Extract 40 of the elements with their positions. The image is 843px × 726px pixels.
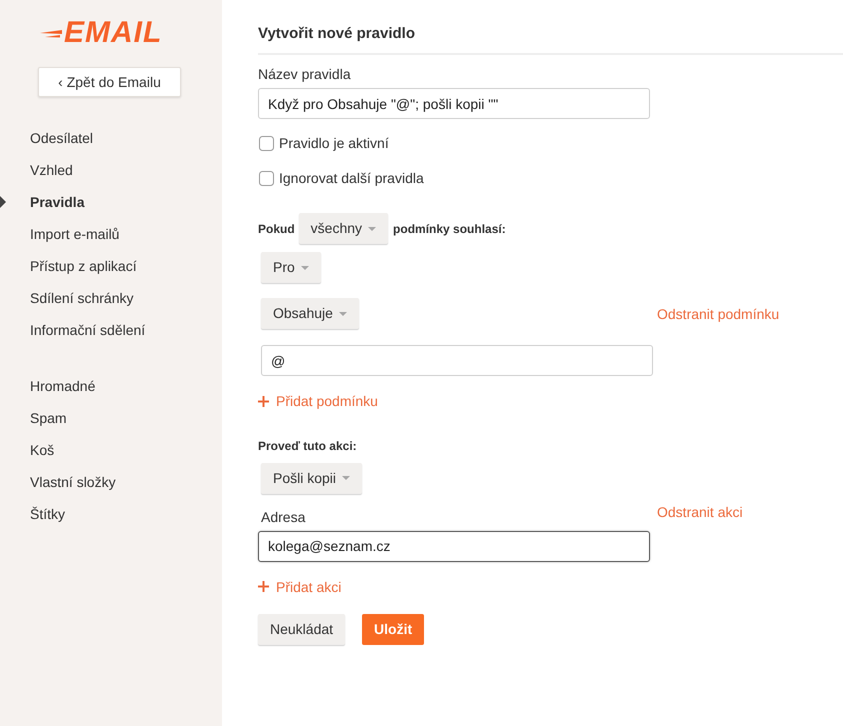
caret-icon: [300, 266, 309, 270]
sidebar-item[interactable]: Import e-mailů: [0, 218, 222, 250]
section-title: Proveď tuto akci:: [258, 438, 358, 454]
checkbox-label: Ignorovat další pravidla: [279, 169, 424, 188]
checkbox[interactable]: [259, 136, 274, 150]
caret-icon: [368, 226, 376, 230]
sidebar-item[interactable]: Koš: [0, 434, 222, 466]
logo-text: EMAIL: [64, 18, 162, 48]
condition-suffix: podmínky souhlasí:: [393, 220, 506, 238]
field-label: Název pravidla: [258, 65, 352, 84]
sidebar-item[interactable]: Štítky: [0, 498, 222, 530]
back-button[interactable]: ‹ Zpět do Emailu: [38, 67, 181, 97]
plus-icon: [258, 396, 269, 406]
form-title: Vytvořit nové pravidlo: [258, 24, 843, 55]
sidebar-item[interactable]: Pravidla: [0, 186, 222, 218]
sidebar-item[interactable]: Odesílatel: [0, 122, 222, 154]
cancel-button[interactable]: Neukládat: [258, 614, 346, 645]
plus-icon: [258, 581, 269, 592]
text-input[interactable]: Když pro Obsahuje "@"; pošli kopii "": [258, 88, 650, 119]
sidebar-item[interactable]: Sdílení schránky: [0, 282, 222, 314]
field-label: Adresa: [261, 508, 306, 526]
sidebar-item[interactable]: Hromadné: [0, 370, 222, 402]
dropdown-button[interactable]: Pošli kopii: [261, 462, 362, 494]
sidebar-item[interactable]: Informační sdělení: [0, 314, 222, 346]
dropdown-button[interactable]: všechny: [298, 213, 388, 244]
condition-prefix: Pokud: [258, 220, 295, 238]
sidebar-item[interactable]: Vlastní složky: [0, 466, 222, 498]
selection-marker-icon: [0, 196, 6, 208]
dropdown-button[interactable]: Obsahuje: [261, 298, 359, 329]
checkbox-label: Pravidlo je aktivní: [279, 134, 389, 153]
dropdown-button[interactable]: Pro: [261, 252, 321, 283]
sidebar-item[interactable]: Přístup z aplikací: [0, 250, 222, 282]
caret-icon: [338, 312, 347, 316]
checkbox[interactable]: [259, 170, 274, 186]
sidebar-item[interactable]: Vzhled: [0, 154, 222, 186]
sidebar-item[interactable]: Spam: [0, 402, 222, 434]
caret-icon: [342, 476, 350, 480]
brush-streak-icon: [40, 28, 62, 38]
text-input[interactable]: kolega@seznam.cz: [258, 530, 650, 562]
text-input[interactable]: @: [261, 345, 653, 376]
